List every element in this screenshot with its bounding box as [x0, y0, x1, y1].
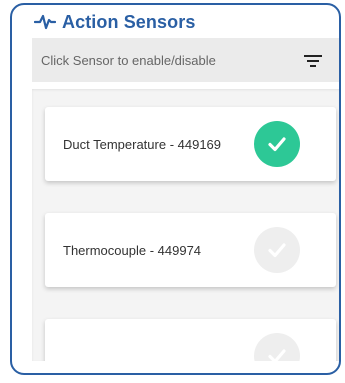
filter-icon[interactable]	[304, 55, 322, 69]
checkmark-icon[interactable]	[254, 333, 300, 361]
sensor-card[interactable]	[45, 319, 336, 361]
page-title: Action Sensors	[62, 11, 196, 32]
filter-bar: Click Sensor to enable/disable	[32, 38, 339, 82]
panel-header: Action Sensors	[34, 10, 195, 34]
checkmark-icon[interactable]	[254, 227, 300, 273]
sensor-list[interactable]: Duct Temperature - 449169 Thermocouple -…	[32, 89, 339, 361]
pulse-icon	[34, 14, 56, 30]
filter-hint: Click Sensor to enable/disable	[41, 52, 216, 68]
checkmark-icon[interactable]	[254, 121, 300, 167]
sensor-label: Duct Temperature - 449169	[63, 137, 222, 152]
sensor-card[interactable]: Duct Temperature - 449169	[45, 107, 336, 181]
action-sensors-panel: Action Sensors Click Sensor to enable/di…	[10, 3, 341, 375]
sensor-label: Thermocouple - 449974	[63, 243, 202, 258]
sensor-card[interactable]: Thermocouple - 449974	[45, 213, 336, 287]
